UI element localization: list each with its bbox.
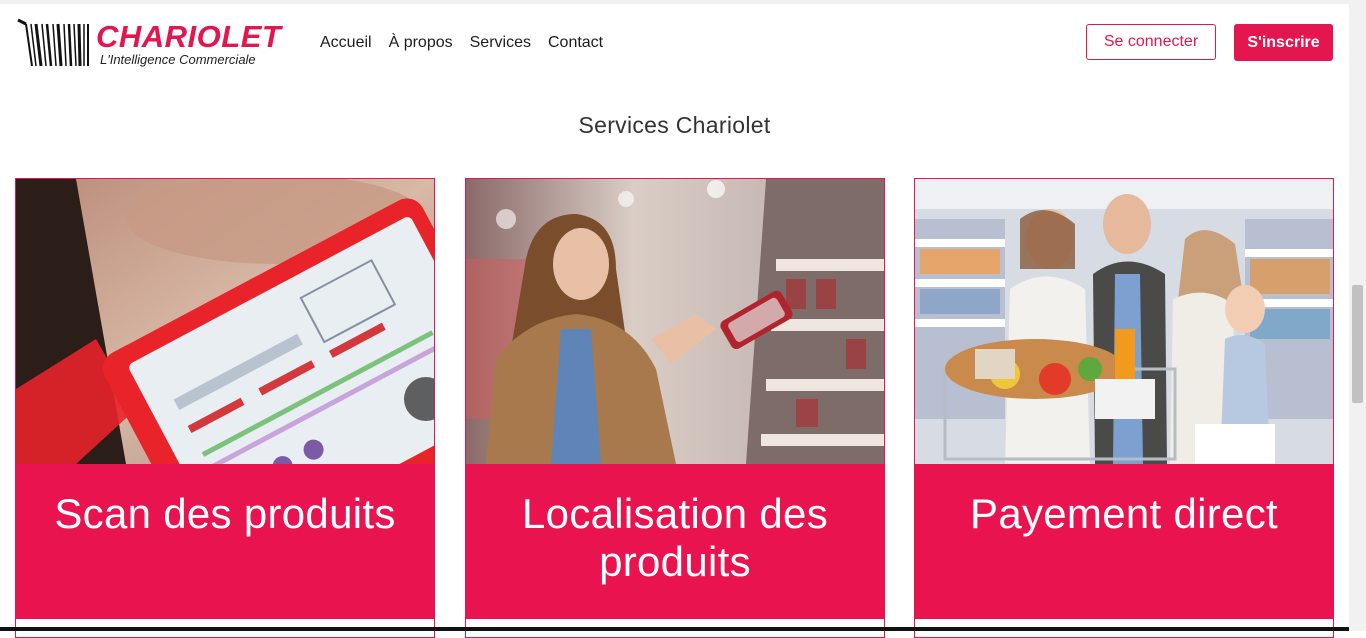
service-label-localisation: Localisation des produits [522, 490, 828, 585]
vertical-scrollbar[interactable] [1349, 0, 1366, 631]
bottom-edge [0, 627, 1349, 631]
tablet-scan-photo [16, 179, 434, 464]
service-card-scan[interactable]: Scan des produits [15, 178, 435, 638]
main-nav: Accueil À propos Services Contact [320, 34, 603, 52]
nav-accueil[interactable]: Accueil [320, 34, 372, 52]
service-label-box: Payement direct [915, 464, 1333, 619]
service-label-box: Scan des produits [16, 464, 434, 619]
login-button[interactable]: Se connecter [1086, 24, 1216, 60]
service-card-localisation[interactable]: Localisation des produits [465, 178, 885, 638]
brand-tagline: L'Intelligence Commerciale [100, 52, 256, 67]
nav-services[interactable]: Services [470, 34, 531, 52]
brand-name: CHARIOLET [96, 19, 282, 54]
signup-button[interactable]: S'inscrire [1234, 24, 1333, 61]
services-title: Services Chariolet [578, 112, 771, 138]
chariolet-logo[interactable]: CHARIOLET L'Intelligence Commerciale [16, 18, 306, 74]
service-card-payement[interactable]: Payement direct [914, 178, 1334, 638]
scrollbar-thumb[interactable] [1352, 285, 1363, 403]
site-header: CHARIOLET L'Intelligence Commerciale Acc… [0, 4, 1349, 82]
nav-contact[interactable]: Contact [548, 34, 603, 52]
service-label-box: Localisation des produits [466, 464, 884, 619]
service-label-scan: Scan des produits [54, 490, 396, 537]
barcode-cart-icon [17, 18, 89, 67]
nav-a-propos[interactable]: À propos [389, 34, 453, 52]
service-label-payement: Payement direct [970, 490, 1278, 537]
family-cart-photo [915, 179, 1333, 464]
woman-shopping-photo [466, 179, 884, 464]
